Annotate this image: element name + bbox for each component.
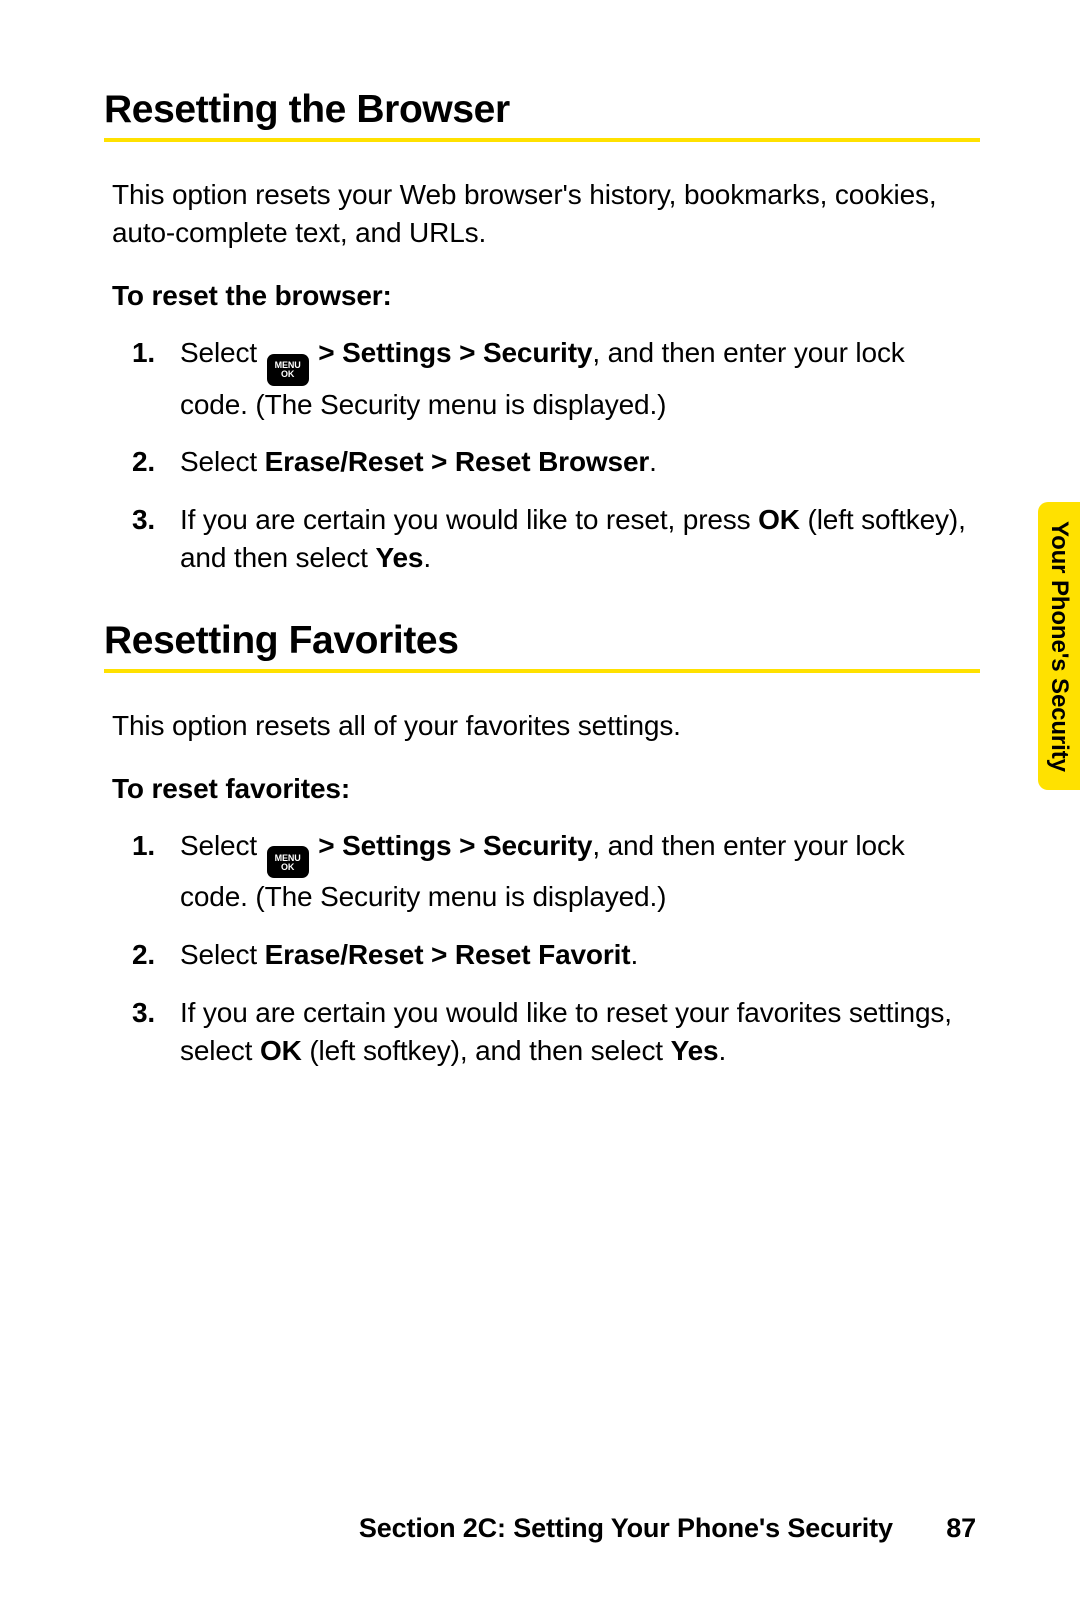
step-number: 2. (132, 443, 155, 481)
step-list: 1. Select MENUOK > Settings > Security, … (132, 334, 980, 577)
footer: Section 2C: Setting Your Phone's Securit… (359, 1513, 976, 1544)
step-number: 2. (132, 936, 155, 974)
step-bold: Yes (671, 1035, 719, 1066)
step-bold: Yes (375, 542, 423, 573)
step-text: Select (180, 337, 265, 368)
step-text: . (423, 542, 431, 573)
menu-ok-icon: MENUOK (267, 846, 309, 878)
step-bold: > Settings > Security (311, 830, 593, 861)
step-text: . (630, 939, 638, 970)
step-bold: OK (758, 504, 800, 535)
step-bold: > Settings > Security (311, 337, 593, 368)
step-bold: Erase/Reset > Reset Browser (265, 446, 650, 477)
step-text: . (649, 446, 657, 477)
step-text: (left softkey), and then select (302, 1035, 671, 1066)
list-item: 1. Select MENUOK > Settings > Security, … (132, 334, 980, 424)
list-item: 3. If you are certain you would like to … (132, 994, 980, 1070)
footer-section-label: Section 2C: Setting Your Phone's Securit… (359, 1513, 893, 1543)
step-text: If you are certain you would like to res… (180, 504, 758, 535)
section-resetting-browser: Resetting the Browser This option resets… (104, 88, 980, 577)
step-list: 1. Select MENUOK > Settings > Security, … (132, 827, 980, 1070)
section-intro: This option resets all of your favorites… (112, 707, 980, 745)
section-resetting-favorites: Resetting Favorites This option resets a… (104, 619, 980, 1070)
step-text: . (718, 1035, 726, 1066)
step-text: Select (180, 939, 265, 970)
page-number: 87 (946, 1513, 976, 1543)
section-intro: This option resets your Web browser's hi… (112, 176, 980, 252)
section-heading: Resetting the Browser (104, 88, 980, 142)
section-heading: Resetting Favorites (104, 619, 980, 673)
list-item: 2. Select Erase/Reset > Reset Browser. (132, 443, 980, 481)
side-tab: Your Phone's Security (1038, 502, 1080, 790)
step-number: 3. (132, 994, 155, 1032)
step-number: 1. (132, 334, 155, 372)
step-number: 3. (132, 501, 155, 539)
list-item: 2. Select Erase/Reset > Reset Favorit. (132, 936, 980, 974)
list-item: 1. Select MENUOK > Settings > Security, … (132, 827, 980, 917)
step-text: Select (180, 446, 265, 477)
section-subhead: To reset the browser: (112, 280, 980, 312)
step-bold: OK (260, 1035, 302, 1066)
step-bold: Erase/Reset > Reset Favorit (265, 939, 631, 970)
side-tab-label: Your Phone's Security (1045, 521, 1073, 772)
list-item: 3. If you are certain you would like to … (132, 501, 980, 577)
section-subhead: To reset favorites: (112, 773, 980, 805)
step-number: 1. (132, 827, 155, 865)
menu-ok-icon: MENUOK (267, 354, 309, 386)
step-text: Select (180, 830, 265, 861)
